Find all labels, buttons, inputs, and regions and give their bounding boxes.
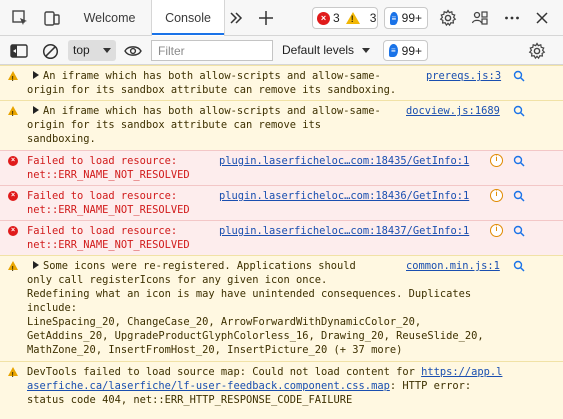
insights-icon[interactable]: i: [490, 189, 503, 202]
console-message-warning: An iframe which has both allow-scripts a…: [0, 65, 563, 100]
error-count: 3: [333, 11, 340, 25]
warning-icon: [8, 106, 18, 122]
source-link[interactable]: plugin.laserficheloc…com:18435/GetInfo:1: [219, 154, 469, 168]
device-emulation-icon[interactable]: [42, 8, 62, 28]
insights-icon[interactable]: i: [490, 154, 503, 167]
console-message-warning: Some icons were re-registered. Applicati…: [0, 255, 563, 361]
plus-icon[interactable]: [256, 8, 276, 28]
filter-input[interactable]: [151, 40, 273, 61]
chevron-double-right-icon[interactable]: [226, 8, 246, 28]
error-icon: ×: [317, 11, 330, 25]
sidebar-toggle-icon[interactable]: [9, 41, 29, 61]
magnifier-icon[interactable]: [513, 190, 525, 202]
source-link[interactable]: plugin.laserficheloc…com:18436/GetInfo:1: [219, 189, 469, 203]
expand-triangle-icon[interactable]: [33, 106, 39, 114]
source-map-link[interactable]: https://app.l: [421, 366, 502, 378]
error-icon: ×: [8, 191, 18, 201]
more-dots-icon[interactable]: [502, 8, 522, 28]
console-messages: An iframe which has both allow-scripts a…: [0, 65, 563, 419]
error-warning-counter[interactable]: × 3 3: [312, 7, 378, 29]
warning-count: 3: [369, 11, 377, 25]
message-text[interactable]: An iframe which has both allow-scripts a…: [27, 104, 381, 146]
issues-button[interactable]: ≡ 99+: [383, 40, 428, 61]
magnifier-icon[interactable]: [513, 155, 525, 167]
message-text[interactable]: Failed to load resource: net::ERR_NAME_N…: [27, 154, 190, 182]
log-levels-label: Default levels: [282, 43, 355, 57]
message-text[interactable]: Some icons were re-registered. Applicati…: [27, 259, 484, 357]
issues-icon: ≡: [390, 11, 398, 25]
chevron-down-icon: [362, 48, 371, 54]
message-text[interactable]: Failed to load resource: net::ERR_NAME_N…: [27, 189, 190, 217]
eye-icon[interactable]: [123, 41, 143, 61]
inspect-element-icon[interactable]: [10, 8, 30, 28]
context-select[interactable]: top: [68, 40, 116, 61]
warning-icon: [8, 261, 18, 277]
log-levels-dropdown[interactable]: Default levels: [282, 40, 371, 61]
magnifier-icon[interactable]: [513, 225, 525, 237]
message-text[interactable]: DevTools failed to load source map: Coul…: [27, 365, 502, 407]
console-message-warning: DevTools failed to load source map: Coul…: [0, 361, 563, 419]
people-connect-icon[interactable]: [470, 8, 490, 28]
chevron-down-icon: [103, 48, 111, 53]
magnifier-icon[interactable]: [513, 260, 525, 272]
message-text[interactable]: An iframe which has both allow-scripts a…: [27, 69, 396, 97]
gear-icon[interactable]: [438, 8, 458, 28]
message-text[interactable]: Failed to load resource: net::ERR_NAME_N…: [27, 224, 190, 252]
source-link[interactable]: common.min.js:1: [406, 259, 500, 273]
expand-triangle-icon[interactable]: [33, 261, 39, 269]
close-icon[interactable]: [532, 8, 552, 28]
source-link[interactable]: prereqs.js:3: [426, 69, 501, 83]
expand-triangle-icon[interactable]: [33, 71, 39, 79]
issues-counter[interactable]: ≡ 99+: [384, 7, 428, 29]
context-value: top: [73, 43, 90, 57]
warning-icon: [8, 367, 18, 383]
magnifier-icon[interactable]: [513, 70, 525, 82]
error-icon: ×: [8, 226, 18, 236]
console-message-error: × Failed to load resource: net::ERR_NAME…: [0, 150, 563, 185]
source-link[interactable]: plugin.laserficheloc…com:18437/GetInfo:1: [219, 224, 469, 238]
devtools-tab-bar: Welcome Console × 3 3 ≡ 99+: [0, 0, 563, 37]
source-link[interactable]: docview.js:1689: [406, 104, 500, 118]
source-map-link-continued[interactable]: aserfiche.ca/laserfiche/lf-user-feedback…: [27, 380, 390, 392]
tab-console[interactable]: Console: [151, 0, 225, 37]
issues-icon: ≡: [389, 44, 398, 57]
gear-icon[interactable]: [527, 41, 547, 61]
warning-icon: [345, 12, 360, 24]
error-icon: ×: [8, 156, 18, 166]
tab-welcome[interactable]: Welcome: [73, 0, 146, 36]
issues-count: 99+: [401, 11, 422, 25]
magnifier-icon[interactable]: [513, 105, 525, 117]
issues-button-count: 99+: [401, 43, 422, 58]
console-message-error: × Failed to load resource: net::ERR_NAME…: [0, 185, 563, 220]
warning-icon: [8, 71, 18, 87]
console-message-warning: An iframe which has both allow-scripts a…: [0, 100, 563, 150]
clear-console-icon[interactable]: [40, 41, 60, 61]
console-message-error: × Failed to load resource: net::ERR_NAME…: [0, 220, 563, 255]
insights-icon[interactable]: i: [490, 224, 503, 237]
console-toolbar: top Default levels ≡ 99+: [0, 36, 563, 65]
